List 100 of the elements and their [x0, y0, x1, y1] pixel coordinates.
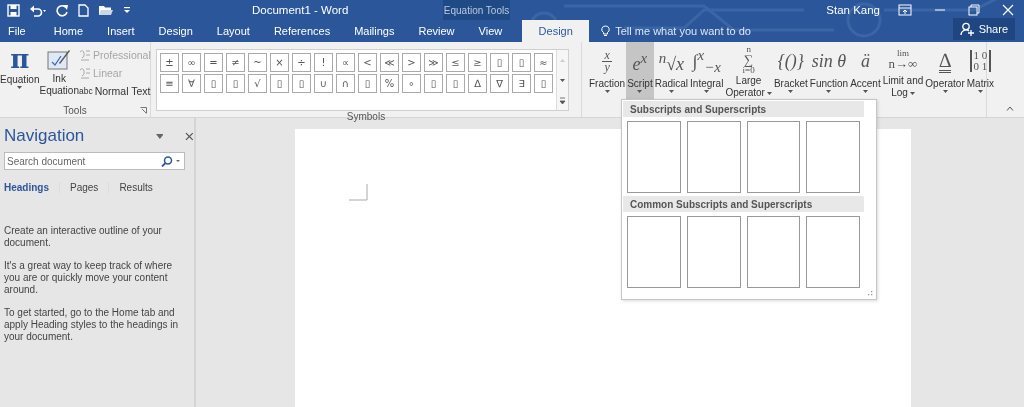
- symbol-button[interactable]: ≥: [468, 53, 487, 72]
- search-field[interactable]: Search document: [4, 152, 185, 170]
- symbol-button[interactable]: >: [402, 53, 421, 72]
- symbol-button[interactable]: ∩: [336, 74, 355, 93]
- structure-button[interactable]: ∆ Operator: [924, 42, 966, 101]
- symbol-button[interactable]: ≫: [424, 53, 443, 72]
- symbol-button[interactable]: ▯: [292, 74, 311, 93]
- restore-icon[interactable]: [968, 4, 980, 16]
- ribbon-tab[interactable]: Insert: [95, 20, 147, 42]
- pen-on-pad-icon: [47, 48, 72, 70]
- structure-button[interactable]: {()} Bracket: [772, 42, 809, 101]
- symbol-button[interactable]: ≡: [160, 74, 179, 93]
- symbol-button[interactable]: <: [358, 53, 377, 72]
- symbol-button[interactable]: ∀: [182, 74, 201, 93]
- group-label: Tools: [63, 104, 87, 116]
- symbol-button[interactable]: ▯: [490, 53, 509, 72]
- symbol-button[interactable]: ~: [248, 53, 267, 72]
- equation-button[interactable]: π Equation: [0, 42, 40, 89]
- script-template-tile[interactable]: [686, 121, 741, 193]
- caret-icon: [977, 90, 983, 93]
- ribbon-tab[interactable]: Design: [146, 20, 205, 42]
- caret-icon: [766, 91, 772, 95]
- symbol-button[interactable]: ±: [160, 53, 179, 72]
- user-name[interactable]: Stan Kang: [826, 4, 880, 16]
- symbol-button[interactable]: ≠: [226, 53, 245, 72]
- caret-icon: [668, 90, 674, 93]
- normal-text-button[interactable]: abc Normal Text: [78, 83, 151, 98]
- script-template-tile[interactable]: [806, 216, 860, 288]
- symbol-button[interactable]: ×: [270, 53, 289, 72]
- ribbon-tab[interactable]: References: [261, 20, 343, 42]
- symbol-button[interactable]: √: [248, 74, 267, 93]
- script-template-tile[interactable]: [686, 216, 741, 288]
- caret-icon: [862, 90, 868, 93]
- ink-equation-button[interactable]: Ink Equation: [39, 42, 79, 97]
- symbol-button[interactable]: !: [314, 53, 333, 72]
- tell-me-field[interactable]: Tell me what you want to do: [601, 20, 751, 42]
- symbol-button[interactable]: ∃: [512, 74, 531, 93]
- resize-grip-icon[interactable]: [868, 291, 873, 296]
- new-document-icon[interactable]: [78, 3, 89, 17]
- ribbon-tab[interactable]: View: [466, 20, 515, 42]
- symbol-button[interactable]: ∪: [314, 74, 333, 93]
- symbol-button[interactable]: =: [204, 53, 223, 72]
- symbol-button[interactable]: ▯: [358, 74, 377, 93]
- caret-icon: [637, 90, 643, 93]
- symbol-button[interactable]: %: [380, 74, 399, 93]
- search-icon[interactable]: [161, 155, 181, 167]
- pane-tab[interactable]: Pages: [60, 182, 110, 193]
- symbol-button[interactable]: ▯: [270, 74, 289, 93]
- pane-title: Navigation: [4, 126, 86, 146]
- symbol-button[interactable]: ∇: [490, 74, 509, 93]
- collapse-ribbon-icon[interactable]: [1006, 106, 1014, 111]
- symbol-button[interactable]: ≪: [380, 53, 399, 72]
- undo-icon[interactable]: [29, 3, 47, 17]
- pane-tab[interactable]: Results: [109, 182, 163, 193]
- script-template-tile[interactable]: [746, 216, 801, 288]
- structure-button[interactable]: 1 0 0 1 Matrix: [965, 42, 995, 101]
- structure-button[interactable]: lim n→∞ Limit and Log: [881, 42, 925, 101]
- ribbon-tab[interactable]: Mailings: [342, 20, 407, 42]
- symbol-button[interactable]: ▯: [534, 74, 553, 93]
- pane-tab[interactable]: Headings: [4, 182, 60, 193]
- structure-button[interactable]: n ∑ i=0 Large Operator: [724, 42, 773, 101]
- redo-icon[interactable]: [56, 3, 69, 17]
- script-template-tile[interactable]: [627, 121, 681, 193]
- close-icon[interactable]: [185, 131, 194, 141]
- ribbon-tab[interactable]: File: [0, 20, 42, 42]
- symbol-button[interactable]: ▯: [424, 74, 443, 93]
- structure-button[interactable]: ä Accent: [849, 42, 882, 101]
- symbol-button[interactable]: ▯: [512, 53, 531, 72]
- script-template-tile[interactable]: [746, 121, 801, 193]
- share-button[interactable]: Share: [952, 18, 1015, 40]
- customize-caret-icon[interactable]: [123, 6, 131, 14]
- symbol-button[interactable]: ∘: [402, 74, 421, 93]
- symbol-button[interactable]: ≈: [534, 53, 553, 72]
- symbol-button[interactable]: ▯: [204, 74, 223, 93]
- symbol-button[interactable]: ▯: [226, 74, 245, 93]
- script-template-tile[interactable]: [627, 216, 681, 288]
- ribbon-display-icon[interactable]: [898, 4, 912, 16]
- menu-section-header: Common Subscripts and Superscripts: [623, 196, 864, 212]
- script-template-tile[interactable]: [806, 121, 860, 193]
- structure-button[interactable]: e$^{x}$ Script: [626, 42, 654, 101]
- symbol-button[interactable]: ∆: [468, 74, 487, 93]
- folder-icon[interactable]: [98, 4, 114, 16]
- ribbon-tab[interactable]: Layout: [204, 20, 262, 42]
- save-icon[interactable]: [7, 3, 20, 17]
- structure-button[interactable]: sin θ Function: [808, 42, 850, 101]
- symbol-button[interactable]: ▯: [446, 74, 465, 93]
- dialog-launcher-icon[interactable]: [140, 107, 147, 114]
- ribbon-tab[interactable]: Home: [41, 20, 96, 42]
- equation-format-icon: [78, 48, 91, 61]
- symbol-button[interactable]: ÷: [292, 53, 311, 72]
- caret-icon: [17, 86, 23, 89]
- symbol-button[interactable]: ∝: [336, 53, 355, 72]
- symbol-button[interactable]: ≤: [446, 53, 465, 72]
- pane-options-caret-icon[interactable]: [155, 133, 164, 139]
- symbol-button[interactable]: ∞: [182, 53, 201, 72]
- ribbon-tab[interactable]: Design: [522, 20, 590, 42]
- structure-button[interactable]: $^{n}$√x Radical: [653, 42, 690, 101]
- ribbon-tab[interactable]: Review: [406, 20, 467, 42]
- group-label: Symbols: [346, 111, 386, 122]
- lightbulb-icon: [601, 25, 611, 37]
